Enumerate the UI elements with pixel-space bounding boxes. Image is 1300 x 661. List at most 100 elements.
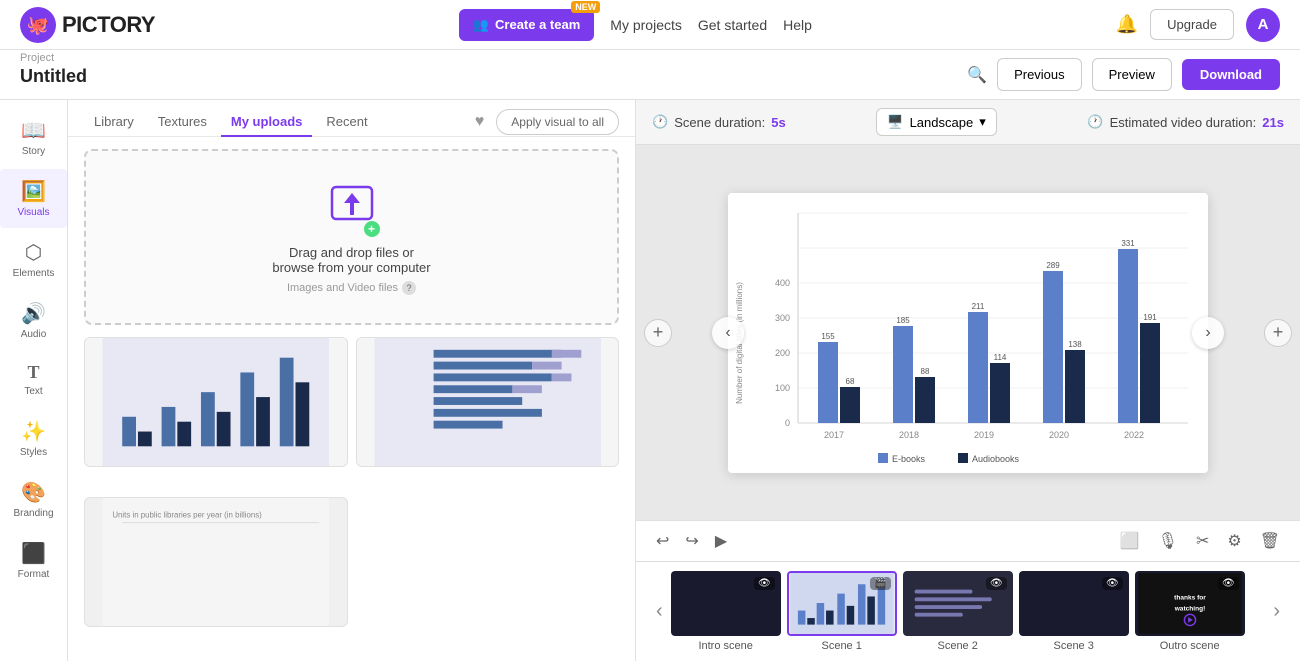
sidebar-item-audio[interactable]: 🔊 Audio — [0, 291, 67, 350]
navbar-right: 🔔 Upgrade A — [1116, 8, 1280, 42]
top-actions: 🔍 Previous Preview Download — [967, 58, 1280, 91]
navbar-left: 🐙 PICTORY — [20, 7, 155, 43]
mic-button[interactable]: 🎙 — [1154, 527, 1182, 555]
sidebar-item-branding[interactable]: 🎨 Branding — [0, 470, 67, 529]
new-badge: NEW — [571, 1, 600, 13]
breadcrumb: Project — [20, 52, 87, 66]
sidebar-item-text[interactable]: T Text — [0, 352, 67, 407]
main-canvas-area: 🕐 Scene duration: 5s 🖥️ Landscape ▾ 🕐 Es… — [636, 100, 1300, 661]
download-button[interactable]: Download — [1182, 59, 1280, 90]
scene-duration-label: Scene duration: — [674, 115, 765, 130]
scene-item-intro[interactable]: 👁 Intro scene — [671, 571, 781, 652]
format-icon: ⬛ — [21, 541, 46, 566]
orientation-label: Landscape — [910, 115, 974, 130]
logo[interactable]: 🐙 PICTORY — [20, 7, 155, 43]
elements-icon: ⬡ — [25, 240, 42, 265]
orientation-select[interactable]: 🖥️ Landscape ▾ — [876, 108, 996, 136]
sidebar-label-text: Text — [24, 386, 42, 397]
image-thumb-2[interactable] — [356, 337, 620, 467]
sidebar-item-format[interactable]: ⬛ Format — [0, 531, 67, 590]
my-projects-link[interactable]: My projects — [610, 17, 682, 33]
svg-text:155: 155 — [821, 332, 835, 341]
svg-text:88: 88 — [921, 367, 930, 376]
timeline-nav-left[interactable]: ‹ — [648, 596, 671, 627]
scene-badge-2: 👁 — [986, 577, 1007, 590]
canvas-add-left-button[interactable]: + — [644, 319, 672, 347]
sidebar-label-styles: Styles — [20, 447, 47, 458]
help-icon[interactable]: ? — [402, 281, 416, 295]
image-thumb-3[interactable]: Units in public libraries per year (in b… — [84, 497, 348, 627]
scene-label-intro: Intro scene — [698, 640, 752, 652]
canvas-toolbar: 🕐 Scene duration: 5s 🖥️ Landscape ▾ 🕐 Es… — [636, 100, 1300, 145]
previous-button[interactable]: Previous — [997, 58, 1082, 91]
scene-item-1[interactable]: 🎬 Scene 1 — [787, 571, 897, 652]
image-thumb-1[interactable] — [84, 337, 348, 467]
tab-my-uploads[interactable]: My uploads — [221, 108, 313, 137]
scene-item-outro[interactable]: thanks for watching! 👁 Outro scene — [1135, 571, 1245, 652]
sidebar-item-story[interactable]: 📖 Story — [0, 108, 67, 167]
upload-plus-icon: + — [364, 221, 380, 237]
upload-subtext: Images and Video files ? — [287, 281, 416, 295]
bell-icon[interactable]: 🔔 — [1116, 14, 1138, 35]
sidebar-label-format: Format — [18, 569, 50, 580]
apply-visual-button[interactable]: Apply visual to all — [496, 109, 619, 135]
scene-label-outro: Outro scene — [1160, 640, 1220, 652]
branding-icon: 🎨 — [21, 480, 46, 505]
app-body: 📖 Story 🖼️ Visuals ⬡ Elements 🔊 Audio T … — [0, 100, 1300, 661]
undo-button[interactable]: ↩ — [652, 527, 673, 555]
preview-button[interactable]: Preview — [1092, 58, 1172, 91]
audio-icon: 🔊 — [21, 301, 46, 326]
canvas-controls-right: ⬜ 🎙 ✂ ⚙ 🗑 — [1116, 527, 1284, 555]
search-icon[interactable]: 🔍 — [967, 65, 987, 85]
upload-area[interactable]: + Drag and drop files or browse from you… — [84, 149, 619, 325]
svg-text:E-books: E-books — [892, 454, 926, 464]
svg-text:2020: 2020 — [1049, 430, 1069, 440]
svg-text:191: 191 — [1143, 313, 1157, 322]
scene-thumb-outro: thanks for watching! 👁 — [1135, 571, 1245, 636]
avatar[interactable]: A — [1246, 8, 1280, 42]
navbar: 🐙 PICTORY 👥 Create a team NEW My project… — [0, 0, 1300, 50]
scene-2-badge-icon: 👁 — [990, 578, 1003, 589]
scene-badge-outro: 👁 — [1218, 577, 1239, 590]
create-team-label: Create a team — [495, 17, 580, 32]
visuals-tabs-row: Library Textures My uploads Recent ♥ App… — [68, 100, 635, 137]
upgrade-button[interactable]: Upgrade — [1150, 9, 1234, 40]
redo-button[interactable]: ↪ — [681, 527, 702, 555]
canvas-wrapper: + ‹ — [636, 145, 1300, 520]
sidebar-label-story: Story — [22, 146, 45, 157]
sidebar-item-elements[interactable]: ⬡ Elements — [0, 230, 67, 289]
svg-text:Units in public libraries per: Units in public libraries per year (in b… — [112, 511, 262, 520]
timeline-nav-right[interactable]: › — [1265, 596, 1288, 627]
est-duration-label: Estimated video duration: — [1110, 115, 1257, 130]
scissors-button[interactable]: ✂ — [1192, 527, 1213, 555]
settings-button[interactable]: ⚙ — [1223, 527, 1245, 555]
tab-textures[interactable]: Textures — [148, 108, 217, 137]
play-button[interactable]: ▶ — [711, 527, 731, 555]
sidebar-label-audio: Audio — [21, 329, 47, 340]
est-duration: 🕐 Estimated video duration: 21s — [1087, 114, 1284, 130]
tab-recent[interactable]: Recent — [316, 108, 377, 137]
svg-text:🐙: 🐙 — [27, 15, 49, 36]
scene-label-1: Scene 1 — [821, 640, 861, 652]
svg-text:0: 0 — [785, 418, 790, 428]
scene-3-badge-icon: 👁 — [1106, 578, 1119, 589]
delete-button[interactable]: 🗑 — [1256, 527, 1284, 555]
get-started-link[interactable]: Get started — [698, 17, 767, 33]
styles-icon: ✨ — [21, 419, 46, 444]
scene-duration-value[interactable]: 5s — [771, 115, 785, 130]
scene-item-3[interactable]: 👁 Scene 3 — [1019, 571, 1129, 652]
navbar-center: 👥 Create a team NEW My projects Get star… — [459, 9, 812, 41]
sidebar-item-styles[interactable]: ✨ Styles — [0, 409, 67, 468]
create-team-button[interactable]: 👥 Create a team NEW — [459, 9, 594, 41]
scene-item-2[interactable]: 👁 Scene 2 — [903, 571, 1013, 652]
canvas-nav-left-button[interactable]: ‹ — [712, 317, 744, 349]
caption-button[interactable]: ⬜ — [1116, 527, 1144, 555]
canvas-add-right-button[interactable]: + — [1264, 319, 1292, 347]
canvas-nav-right-button[interactable]: › — [1192, 317, 1224, 349]
favorites-icon[interactable]: ♥ — [475, 113, 485, 131]
visuals-panel: Library Textures My uploads Recent ♥ App… — [68, 100, 636, 661]
help-link[interactable]: Help — [783, 17, 812, 33]
sidebar-item-visuals[interactable]: 🖼️ Visuals — [0, 169, 67, 228]
tab-library[interactable]: Library — [84, 108, 144, 137]
canvas-container: 0 100 200 300 400 Number of digital titl… — [728, 193, 1208, 473]
